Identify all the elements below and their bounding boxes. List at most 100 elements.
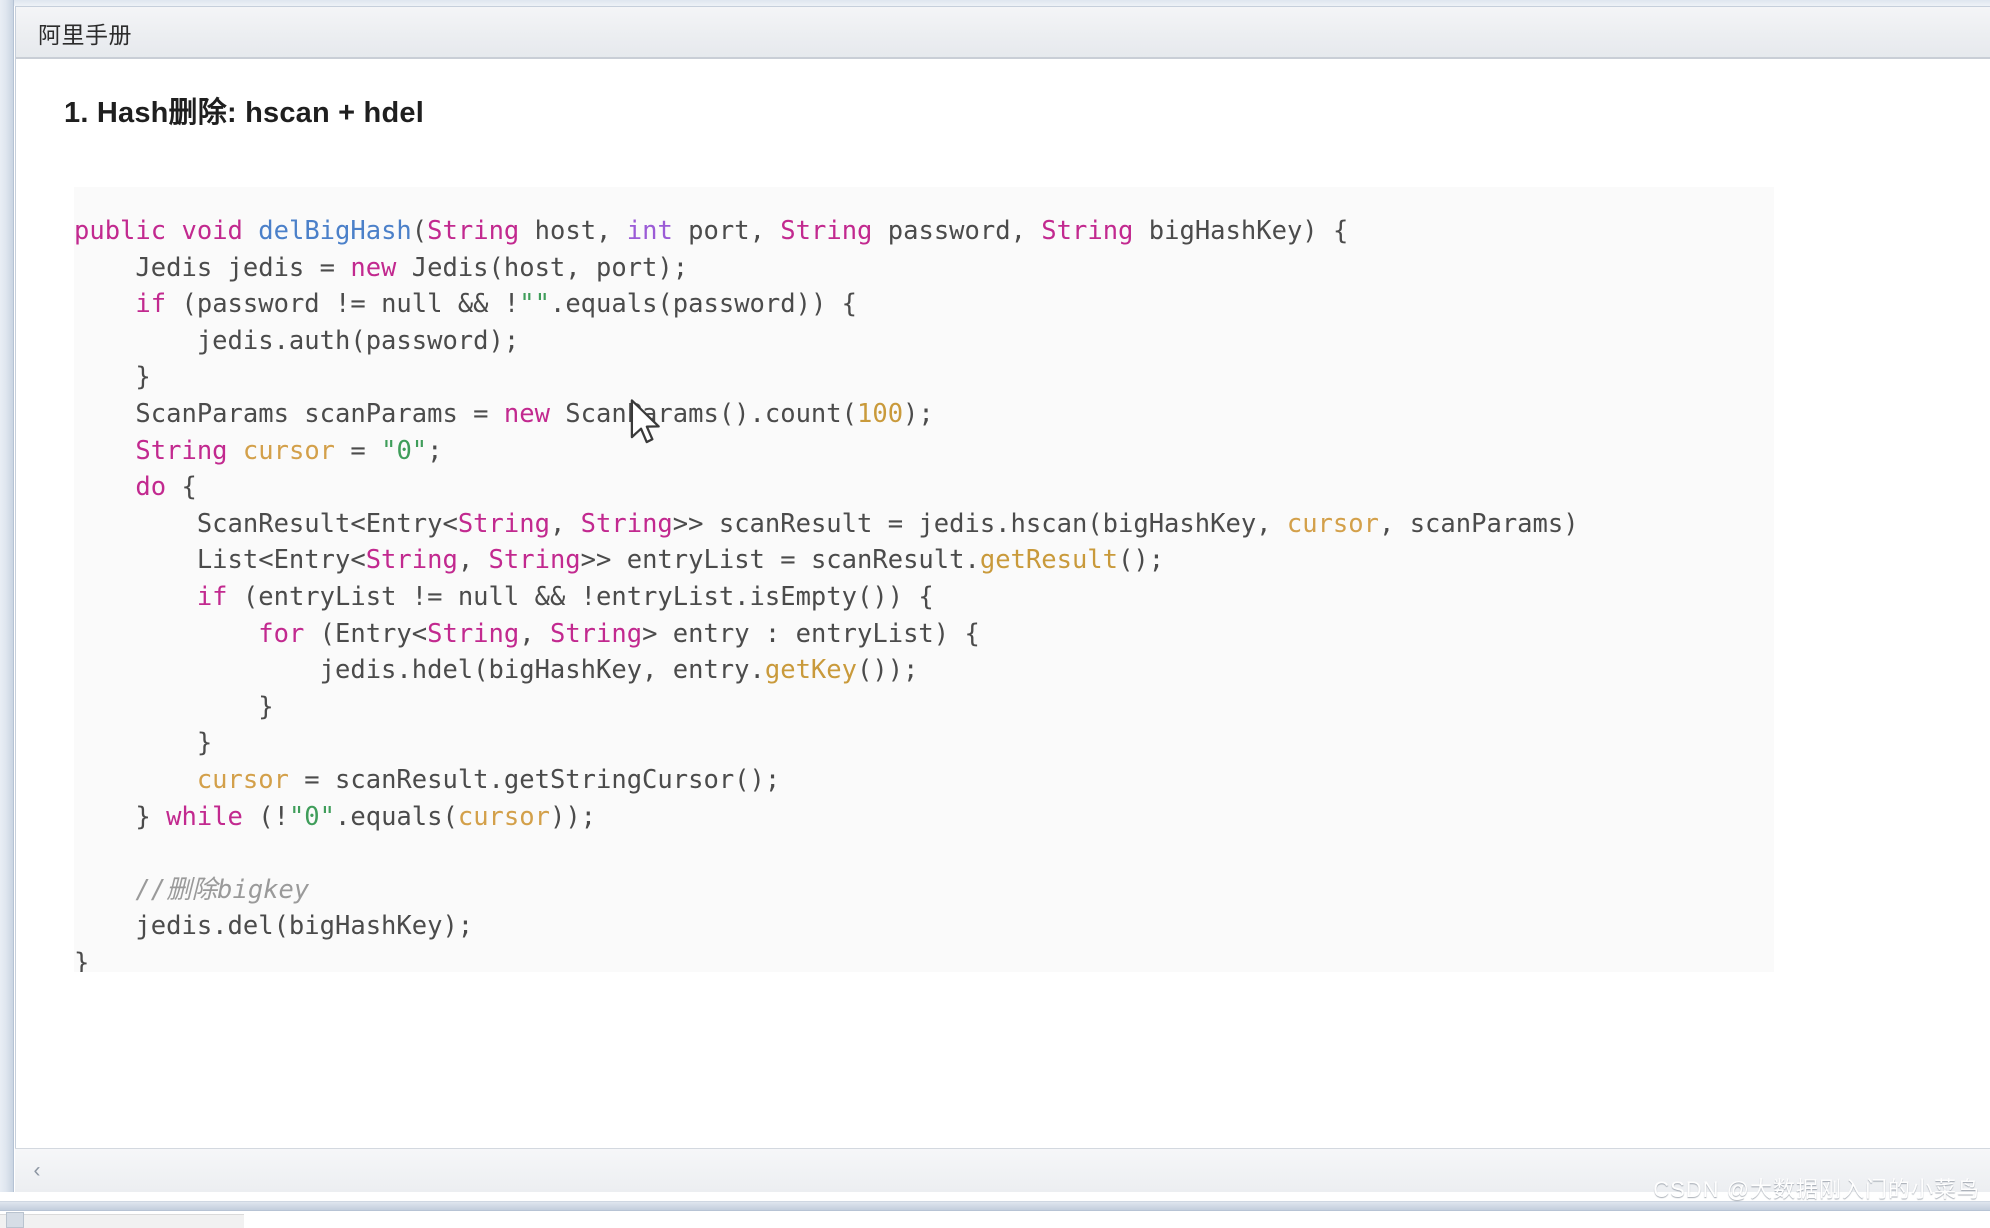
document-body: 1. Hash删除: hscan + hdel public void delB… <box>16 59 1990 1167</box>
code-token: , scanParams) <box>1379 508 1579 539</box>
code-token: do <box>135 472 167 503</box>
code-line: } <box>74 359 1774 396</box>
code-token: getKey <box>764 655 857 686</box>
code-token: String <box>135 435 228 466</box>
code-token: ScanParams scanParams = <box>74 398 504 429</box>
watermark-label: CSDN @大数据刚入门的小菜鸟 <box>1653 1177 1980 1202</box>
code-line: } while (!"0".equals(cursor)); <box>74 799 1774 836</box>
code-token: (entryList != null && !entryList.isEmpty… <box>227 581 934 612</box>
code-token: String <box>457 508 550 539</box>
code-token: String <box>1041 216 1134 246</box>
code-line: if (entryList != null && !entryList.isEm… <box>74 579 1774 616</box>
code-token: .equals(password)) { <box>549 289 858 320</box>
code-token: ; <box>427 435 443 466</box>
code-line: Jedis jedis = new Jedis(host, port); <box>74 250 1774 287</box>
code-token: jedis.hdel(bigHashKey, entry. <box>74 655 765 686</box>
tab-strip: 阿里手册 <box>16 7 1990 59</box>
code-token: while <box>166 801 243 832</box>
code-line: //删除bigkey <box>74 872 1774 909</box>
code-token: >> scanResult = jedis.hscan(bigHashKey, <box>672 508 1287 539</box>
code-token: "0" <box>288 801 336 832</box>
code-token: > entry : entryList) { <box>642 618 980 649</box>
code-line: } <box>74 725 1774 762</box>
tab-label: 阿里手册 <box>38 22 132 48</box>
code-token: >> entryList = scanResult. <box>580 545 980 576</box>
code-token: String <box>365 545 458 576</box>
code-token: new <box>350 252 397 283</box>
code-token: ( <box>411 216 428 246</box>
code-token: if <box>196 581 228 612</box>
code-token: getResult <box>979 545 1119 576</box>
code-token: .equals( <box>335 801 458 832</box>
code-token: password, <box>872 216 1042 246</box>
code-line: } <box>74 689 1774 726</box>
code-token: bigHashKey) { <box>1133 216 1349 246</box>
code-token: jedis.del(bigHashKey); <box>74 911 474 942</box>
code-token: new <box>503 398 550 429</box>
code-line: ScanParams scanParams = new ScanParams()… <box>74 396 1774 433</box>
code-line: jedis.hdel(bigHashKey, entry.getKey()); <box>74 652 1774 689</box>
code-token: String <box>549 618 643 649</box>
code-line: do { <box>74 469 1774 506</box>
code-line: } <box>74 945 1774 972</box>
tab-strip-divider <box>16 57 1990 58</box>
code-token: (); <box>1118 545 1165 576</box>
code-token: (Entry< <box>304 618 428 649</box>
code-token: "" <box>519 289 550 320</box>
scroll-left-button[interactable]: ‹ <box>15 1150 59 1192</box>
code-token: cursor <box>1286 508 1379 539</box>
code-token: (password != null && ! <box>166 289 520 320</box>
code-token: cursor <box>242 435 336 466</box>
taskbar-stub <box>0 1214 244 1228</box>
code-token: ); <box>903 398 934 429</box>
page-title: 1. Hash删除: hscan + hdel <box>64 97 424 129</box>
code-line: ScanResult<Entry<String, String>> scanRe… <box>74 506 1774 543</box>
application-window: 阿里手册 1. Hash删除: hscan + hdel public void… <box>0 0 1990 1228</box>
code-token: List<Entry< <box>74 545 366 576</box>
code-token: )); <box>549 801 597 832</box>
code-token: , <box>519 618 550 649</box>
code-token: { <box>166 472 197 503</box>
code-line: cursor = scanResult.getStringCursor(); <box>74 762 1774 799</box>
code-token: ScanParams().count( <box>549 398 857 429</box>
code-line: String cursor = "0"; <box>74 433 1774 470</box>
code-token: } <box>74 947 90 972</box>
code-token: void <box>181 216 243 246</box>
code-token: 100 <box>856 398 904 429</box>
taskbar-icon <box>6 1212 24 1228</box>
code-line: List<Entry<String, String>> entryList = … <box>74 542 1774 579</box>
code-token: (! <box>242 801 289 832</box>
code-token: //删除bigkey <box>74 874 310 905</box>
code-token: if <box>135 289 167 320</box>
code-token: delBigHash <box>258 216 412 246</box>
code-token: , <box>549 508 581 539</box>
code-block[interactable]: public void delBigHash(String host, int … <box>74 187 1774 972</box>
code-token: for <box>258 618 305 649</box>
code-token: ScanResult<Entry< <box>74 508 458 539</box>
window-left-edge <box>0 0 14 1228</box>
code-line: if (password != null && !"".equals(passw… <box>74 286 1774 323</box>
code-token: String <box>780 216 873 246</box>
tab-alibaba-manual[interactable]: 阿里手册 <box>16 7 158 59</box>
code-token: int <box>626 216 673 246</box>
code-token: } <box>74 801 167 832</box>
code-token: String <box>488 545 581 576</box>
code-token: String <box>580 508 673 539</box>
code-line: jedis.del(bigHashKey); <box>74 908 1774 945</box>
code-token: jedis.auth(password); <box>74 325 520 356</box>
code-token: } <box>74 362 151 393</box>
code-token: = <box>335 435 382 466</box>
code-token: , <box>457 545 489 576</box>
code-token: ()); <box>856 655 919 686</box>
code-line: for (Entry<String, String> entry : entry… <box>74 616 1774 653</box>
code-line: jedis.auth(password); <box>74 323 1774 360</box>
code-token: Jedis jedis = <box>74 252 351 283</box>
